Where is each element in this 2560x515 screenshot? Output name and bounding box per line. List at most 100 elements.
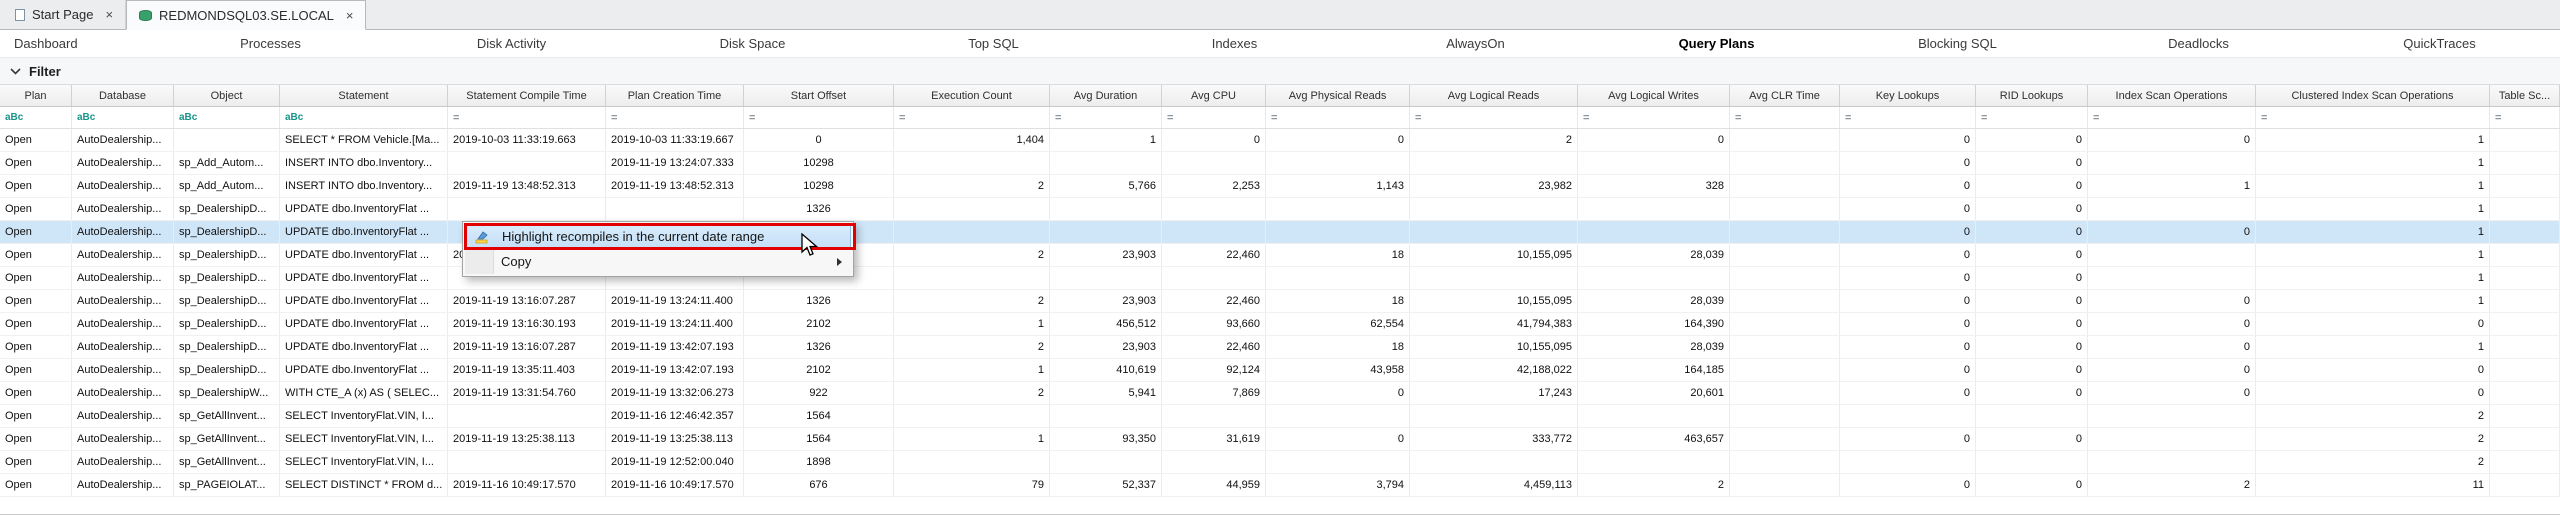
column-header-index-scan-operations[interactable]: Index Scan Operations xyxy=(2088,85,2256,106)
nav-item-dashboard[interactable]: Dashboard xyxy=(0,36,150,51)
nav-item-alwayson[interactable]: AlwaysOn xyxy=(1355,36,1596,51)
filter-cell[interactable]: = xyxy=(1578,107,1730,128)
cell xyxy=(2490,428,2560,450)
cell[interactable]: Open xyxy=(0,405,72,427)
table-row[interactable]: Open AutoDealership... sp_DealershipD... UP… xyxy=(0,244,2560,267)
cell[interactable]: Open xyxy=(0,244,72,266)
cell[interactable]: Open xyxy=(0,290,72,312)
nav-item-blocking-sql[interactable]: Blocking SQL xyxy=(1837,36,2078,51)
close-icon[interactable]: × xyxy=(105,8,113,21)
filter-cell[interactable]: aBc xyxy=(0,107,72,128)
column-header-start-offset[interactable]: Start Offset xyxy=(744,85,894,106)
cell[interactable]: Open xyxy=(0,336,72,358)
table-row[interactable]: Open AutoDealership... sp_DealershipD... UP… xyxy=(0,221,2560,244)
filter-cell[interactable]: = xyxy=(2088,107,2256,128)
table-row[interactable]: Open AutoDealership... SELECT * FROM Vehic… xyxy=(0,129,2560,152)
column-header-object[interactable]: Object xyxy=(174,85,280,106)
column-header-avg-cpu[interactable]: Avg CPU xyxy=(1162,85,1266,106)
table-row[interactable]: Open AutoDealership... sp_DealershipD... UP… xyxy=(0,359,2560,382)
table-row[interactable]: Open AutoDealership... sp_DealershipD... UP… xyxy=(0,290,2560,313)
cell[interactable]: Open xyxy=(0,451,72,473)
table-row[interactable]: Open AutoDealership... sp_DealershipD... UP… xyxy=(0,198,2560,221)
menu-item-copy[interactable]: Copy xyxy=(465,249,851,274)
close-icon[interactable]: × xyxy=(346,9,354,22)
cell: 2102 xyxy=(744,359,894,381)
column-header-statement[interactable]: Statement xyxy=(280,85,448,106)
cell xyxy=(2088,267,2256,289)
table-row[interactable]: Open AutoDealership... sp_DealershipW... WI… xyxy=(0,382,2560,405)
nav-item-processes[interactable]: Processes xyxy=(150,36,391,51)
cell[interactable]: Open xyxy=(0,382,72,404)
column-header-avg-physical-reads[interactable]: Avg Physical Reads xyxy=(1266,85,1410,106)
table-row[interactable]: Open AutoDealership... sp_DealershipD... UP… xyxy=(0,267,2560,290)
table-row[interactable]: Open AutoDealership... sp_GetAllInvent... S… xyxy=(0,405,2560,428)
column-header-database[interactable]: Database xyxy=(72,85,174,106)
column-header-avg-duration[interactable]: Avg Duration xyxy=(1050,85,1162,106)
nav-item-disk-activity[interactable]: Disk Activity xyxy=(391,36,632,51)
column-header-table-sc[interactable]: Table Sc... xyxy=(2490,85,2560,106)
cell[interactable]: Open xyxy=(0,221,72,243)
cell: 1564 xyxy=(744,428,894,450)
column-header-avg-clr-time[interactable]: Avg CLR Time xyxy=(1730,85,1840,106)
table-row[interactable]: Open AutoDealership... sp_DealershipD... UP… xyxy=(0,336,2560,359)
filter-cell[interactable]: = xyxy=(1266,107,1410,128)
nav-item-disk-space[interactable]: Disk Space xyxy=(632,36,873,51)
tab-redmondsql03[interactable]: REDMONDSQL03.SE.LOCAL × xyxy=(126,0,367,30)
menu-item-highlight-recompiles[interactable]: Highlight recompiles in the current date… xyxy=(464,223,856,250)
filter-cell[interactable]: = xyxy=(2490,107,2560,128)
filter-cell[interactable]: = xyxy=(2256,107,2490,128)
filter-cell[interactable]: = xyxy=(448,107,606,128)
filter-cell[interactable]: = xyxy=(894,107,1050,128)
filter-cell[interactable]: = xyxy=(1050,107,1162,128)
cell[interactable]: Open xyxy=(0,428,72,450)
column-header-statement-compile-time[interactable]: Statement Compile Time xyxy=(448,85,606,106)
filter-cell[interactable]: = xyxy=(1730,107,1840,128)
column-header-avg-logical-writes[interactable]: Avg Logical Writes xyxy=(1578,85,1730,106)
filter-cell[interactable]: = xyxy=(1840,107,1976,128)
cell xyxy=(1410,451,1578,473)
table-row[interactable]: Open AutoDealership... sp_Add_Autom... INSE… xyxy=(0,152,2560,175)
table-row[interactable]: Open AutoDealership... sp_PAGEIOLAT... SELE… xyxy=(0,474,2560,497)
column-header-plan[interactable]: Plan xyxy=(0,85,72,106)
table-row[interactable]: Open AutoDealership... sp_GetAllInvent... S… xyxy=(0,451,2560,474)
filter-cell[interactable]: aBc xyxy=(174,107,280,128)
filter-cell[interactable]: aBc xyxy=(280,107,448,128)
table-row[interactable]: Open AutoDealership... sp_GetAllInvent... S… xyxy=(0,428,2560,451)
nav-item-indexes[interactable]: Indexes xyxy=(1114,36,1355,51)
filter-cell[interactable]: = xyxy=(744,107,894,128)
filter-cell[interactable]: = xyxy=(1976,107,2088,128)
column-header-clustered-index-scan-operations[interactable]: Clustered Index Scan Operations xyxy=(2256,85,2490,106)
table-row[interactable]: Open AutoDealership... sp_Add_Autom... INSE… xyxy=(0,175,2560,198)
cell[interactable]: Open xyxy=(0,267,72,289)
nav-item-quicktraces[interactable]: QuickTraces xyxy=(2319,36,2560,51)
column-header-key-lookups[interactable]: Key Lookups xyxy=(1840,85,1976,106)
cell[interactable]: Open xyxy=(0,175,72,197)
nav-item-query-plans[interactable]: Query Plans xyxy=(1596,36,1837,51)
cell: 333,772 xyxy=(1410,428,1578,450)
column-header-plan-creation-time[interactable]: Plan Creation Time xyxy=(606,85,744,106)
cell[interactable]: Open xyxy=(0,152,72,174)
filter-cell[interactable]: = xyxy=(606,107,744,128)
cell: 0 xyxy=(1162,129,1266,151)
filter-cell[interactable]: aBc xyxy=(72,107,174,128)
column-header-rid-lookups[interactable]: RID Lookups xyxy=(1976,85,2088,106)
cell: 28,039 xyxy=(1578,244,1730,266)
cell: 44,959 xyxy=(1162,474,1266,496)
nav-item-deadlocks[interactable]: Deadlocks xyxy=(2078,36,2319,51)
cell[interactable]: Open xyxy=(0,359,72,381)
filter-panel-header[interactable]: Filter xyxy=(0,58,2560,85)
cell[interactable]: Open xyxy=(0,198,72,220)
cell xyxy=(2088,428,2256,450)
filter-cell[interactable]: = xyxy=(1410,107,1578,128)
filter-cell[interactable]: = xyxy=(1162,107,1266,128)
equals-filter-icon: = xyxy=(1735,111,1742,124)
nav-item-top-sql[interactable]: Top SQL xyxy=(873,36,1114,51)
cell[interactable]: Open xyxy=(0,313,72,335)
table-row[interactable]: Open AutoDealership... sp_DealershipD... UP… xyxy=(0,313,2560,336)
tab-start-page[interactable]: Start Page × xyxy=(3,0,127,29)
cell[interactable]: Open xyxy=(0,129,72,151)
column-header-avg-logical-reads[interactable]: Avg Logical Reads xyxy=(1410,85,1578,106)
column-header-execution-count[interactable]: Execution Count xyxy=(894,85,1050,106)
cell[interactable]: Open xyxy=(0,474,72,496)
filter-label: Filter xyxy=(29,63,61,79)
